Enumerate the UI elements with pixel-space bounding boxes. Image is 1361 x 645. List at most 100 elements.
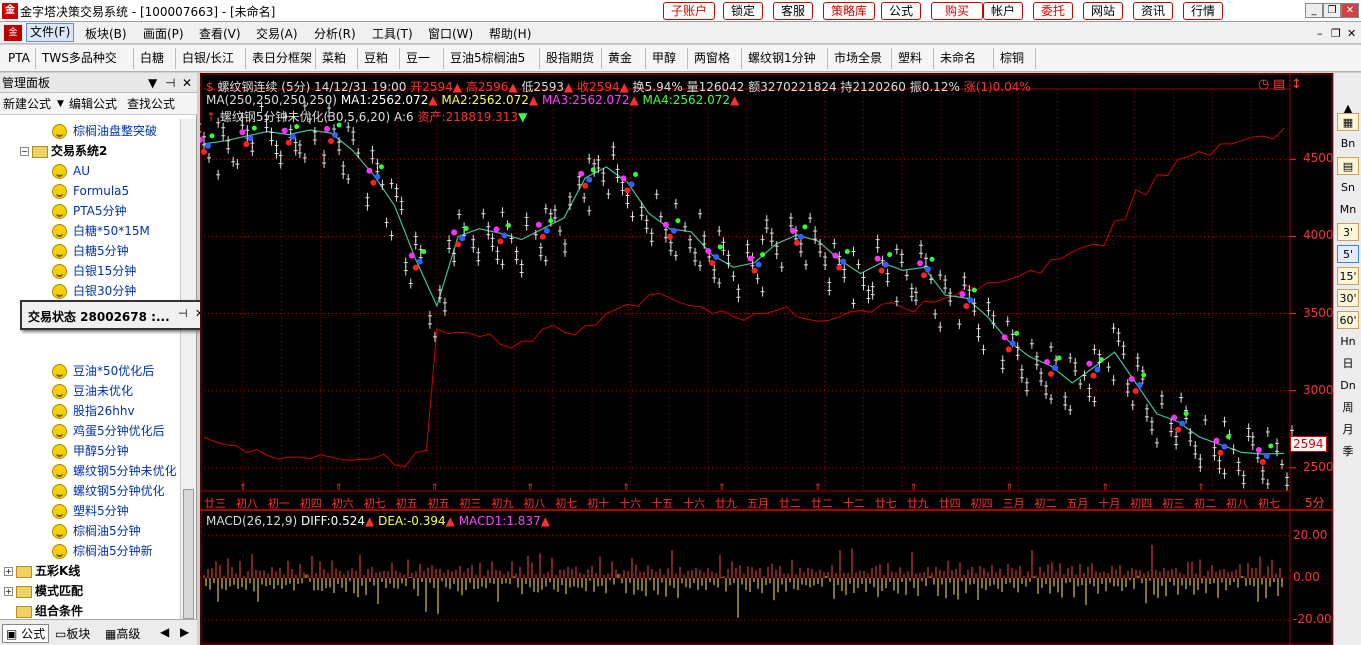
mdi-restore-icon[interactable]: ❐: [1331, 27, 1341, 40]
workspace-tab-2[interactable]: 白糖: [134, 48, 176, 69]
tree-folder[interactable]: + 五彩K线: [4, 561, 80, 581]
new-formula-button[interactable]: 新建公式: [3, 93, 51, 115]
chart-canvas[interactable]: ⇑ ⇑ ⇑ ⇑ ⇑ ⇑ ⇑ ⇑ ⇑ ⇑ ⇑: [200, 73, 1333, 645]
top-button-10[interactable]: 行情: [1183, 2, 1223, 20]
tree-formula[interactable]: PTA5分钟: [52, 201, 126, 221]
top-button-9[interactable]: 资讯: [1133, 2, 1173, 20]
tree-formula[interactable]: 白糖5分钟: [52, 241, 129, 261]
menu-2[interactable]: 画面(P): [143, 25, 184, 42]
prev-tab-icon[interactable]: ◀: [160, 625, 169, 639]
tree-formula[interactable]: 棕榈油5分钟: [52, 521, 141, 541]
menu-6[interactable]: 工具(T): [372, 25, 413, 42]
next-tab-icon[interactable]: ▶: [180, 625, 189, 639]
workspace-tab-7[interactable]: 豆一: [400, 48, 444, 69]
tree-formula[interactable]: 螺纹钢5分钟优化: [52, 481, 165, 501]
top-button-0[interactable]: 子账户: [663, 2, 715, 20]
menu-7[interactable]: 窗口(W): [428, 25, 473, 42]
workspace-tab-0[interactable]: PTA: [2, 48, 36, 69]
tree-formula[interactable]: 白银30分钟: [52, 281, 136, 301]
dropdown-icon[interactable]: ▼: [148, 73, 157, 93]
workspace-tab-1[interactable]: TWS多品种交: [36, 48, 134, 69]
workspace-tab-5[interactable]: 菜粕: [316, 48, 358, 69]
workspace-tab-17[interactable]: 棕铜: [994, 48, 1036, 69]
workspace-tab-10[interactable]: 黄金: [602, 48, 646, 69]
menu-0[interactable]: 文件(F): [26, 23, 75, 42]
workspace-tab-13[interactable]: 螺纹钢1分钟: [742, 48, 828, 69]
menu-4[interactable]: 交易(A): [256, 25, 298, 42]
tree-folder[interactable]: + 模式匹配: [4, 581, 83, 601]
tab-sector[interactable]: ▭板块: [55, 625, 90, 642]
new-formula-dropdown-icon[interactable]: ▼: [57, 93, 64, 115]
close-icon[interactable]: ✕: [1341, 3, 1359, 18]
period-button[interactable]: Sn: [1337, 179, 1359, 197]
workspace-tab-11[interactable]: 甲醇: [646, 48, 688, 69]
tree-formula[interactable]: 鸡蛋5分钟优化后: [52, 421, 165, 441]
arrows-icon[interactable]: ↕: [1291, 77, 1302, 92]
period-button[interactable]: 5': [1337, 245, 1359, 263]
tree-formula[interactable]: 螺纹钢5分钟未优化: [52, 461, 177, 481]
top-button-3[interactable]: 策略库: [823, 2, 875, 20]
tree-formula[interactable]: 豆油*50优化后: [52, 361, 154, 381]
period-button[interactable]: Hn: [1337, 333, 1359, 351]
period-button[interactable]: 周: [1337, 399, 1359, 417]
period-button[interactable]: 3': [1337, 223, 1359, 241]
menu-1[interactable]: 板块(B): [85, 25, 127, 42]
settings-icon[interactable]: $: [206, 80, 217, 94]
workspace-tab-3[interactable]: 白银/长江: [176, 48, 246, 69]
tab-formula[interactable]: ▣ 公式: [2, 624, 50, 643]
edit-formula-button[interactable]: 编辑公式: [69, 93, 117, 115]
tree-formula[interactable]: 白糖*50*15M: [52, 221, 150, 241]
workspace-tab-14[interactable]: 市场全景: [828, 48, 892, 69]
period-button[interactable]: 15': [1337, 267, 1359, 285]
workspace-tab-12[interactable]: 两窗格: [688, 48, 742, 69]
workspace-tab-4[interactable]: 表日分框架: [246, 48, 316, 69]
close-panel-icon[interactable]: ✕: [182, 73, 192, 93]
mdi-min-icon[interactable]: –: [1317, 27, 1323, 40]
period-button[interactable]: 30': [1337, 289, 1359, 307]
restore-icon[interactable]: ❐: [1323, 3, 1341, 18]
kline-icon[interactable]: ▤: [1337, 157, 1359, 175]
tree-folder[interactable]: − 交易系统2: [20, 141, 107, 161]
workspace-tab-8[interactable]: 豆油5棕榈油5: [444, 48, 540, 69]
pin-icon[interactable]: ⊣: [178, 307, 188, 320]
top-button-4[interactable]: 公式: [881, 2, 921, 20]
tree-scrollbar[interactable]: [180, 119, 196, 619]
top-button-7[interactable]: 委托: [1033, 2, 1073, 20]
tree-formula[interactable]: 白银15分钟: [52, 261, 136, 281]
period-button[interactable]: 月: [1337, 421, 1359, 439]
menu-8[interactable]: 帮助(H): [489, 25, 531, 42]
tree-formula[interactable]: 甲醇5分钟: [52, 441, 129, 461]
period-button[interactable]: 60': [1337, 311, 1359, 329]
kline-chart[interactable]: ⇑ ⇑ ⇑ ⇑ ⇑ ⇑ ⇑ ⇑ ⇑ ⇑ ⇑ $ 螺纹钢连续 (5分) 14/12/31 19:00 …: [200, 73, 1334, 645]
top-button-1[interactable]: 锁定: [723, 2, 763, 20]
pin-icon[interactable]: ⊣: [165, 73, 175, 93]
mdi-close-icon[interactable]: ✕: [1347, 27, 1356, 40]
period-button[interactable]: Bn: [1337, 135, 1359, 153]
tree-formula[interactable]: AU: [52, 161, 90, 181]
find-formula-button[interactable]: 查找公式: [127, 93, 175, 115]
tree-formula[interactable]: 棕榈油5分钟新: [52, 541, 153, 561]
tree-formula[interactable]: 豆油未优化: [52, 381, 133, 401]
workspace-tab-16[interactable]: 未命名: [934, 48, 994, 69]
clock-icon[interactable]: ◷: [1258, 77, 1269, 92]
minimize-icon[interactable]: _: [1305, 3, 1323, 18]
top-button-8[interactable]: 网站: [1083, 2, 1123, 20]
collapse-icon[interactable]: −: [20, 147, 29, 156]
tree-formula[interactable]: Formula5: [52, 181, 129, 201]
workspace-tab-9[interactable]: 股指期货: [540, 48, 602, 69]
menu-3[interactable]: 查看(V): [199, 25, 241, 42]
tab-advanced[interactable]: ▦高级: [105, 625, 140, 642]
tree-formula[interactable]: 股指26hhv: [52, 401, 135, 421]
menu-5[interactable]: 分析(R): [314, 25, 356, 42]
scrollbar-thumb[interactable]: [183, 489, 194, 619]
workspace-tab-15[interactable]: 塑料: [892, 48, 934, 69]
chip-icon[interactable]: ▤: [1273, 77, 1285, 92]
top-button-2[interactable]: 客服: [773, 2, 813, 20]
period-button[interactable]: Dn: [1337, 377, 1359, 395]
expand-icon[interactable]: +: [4, 567, 13, 576]
period-button[interactable]: 日: [1337, 355, 1359, 373]
tree-formula[interactable]: 塑料5分钟: [52, 501, 129, 521]
trade-state-panel[interactable]: 交易状态 28002678 :... ⊣ ✕: [20, 300, 211, 330]
top-button-6[interactable]: 帐户: [983, 2, 1023, 20]
period-button[interactable]: Mn: [1337, 201, 1359, 219]
